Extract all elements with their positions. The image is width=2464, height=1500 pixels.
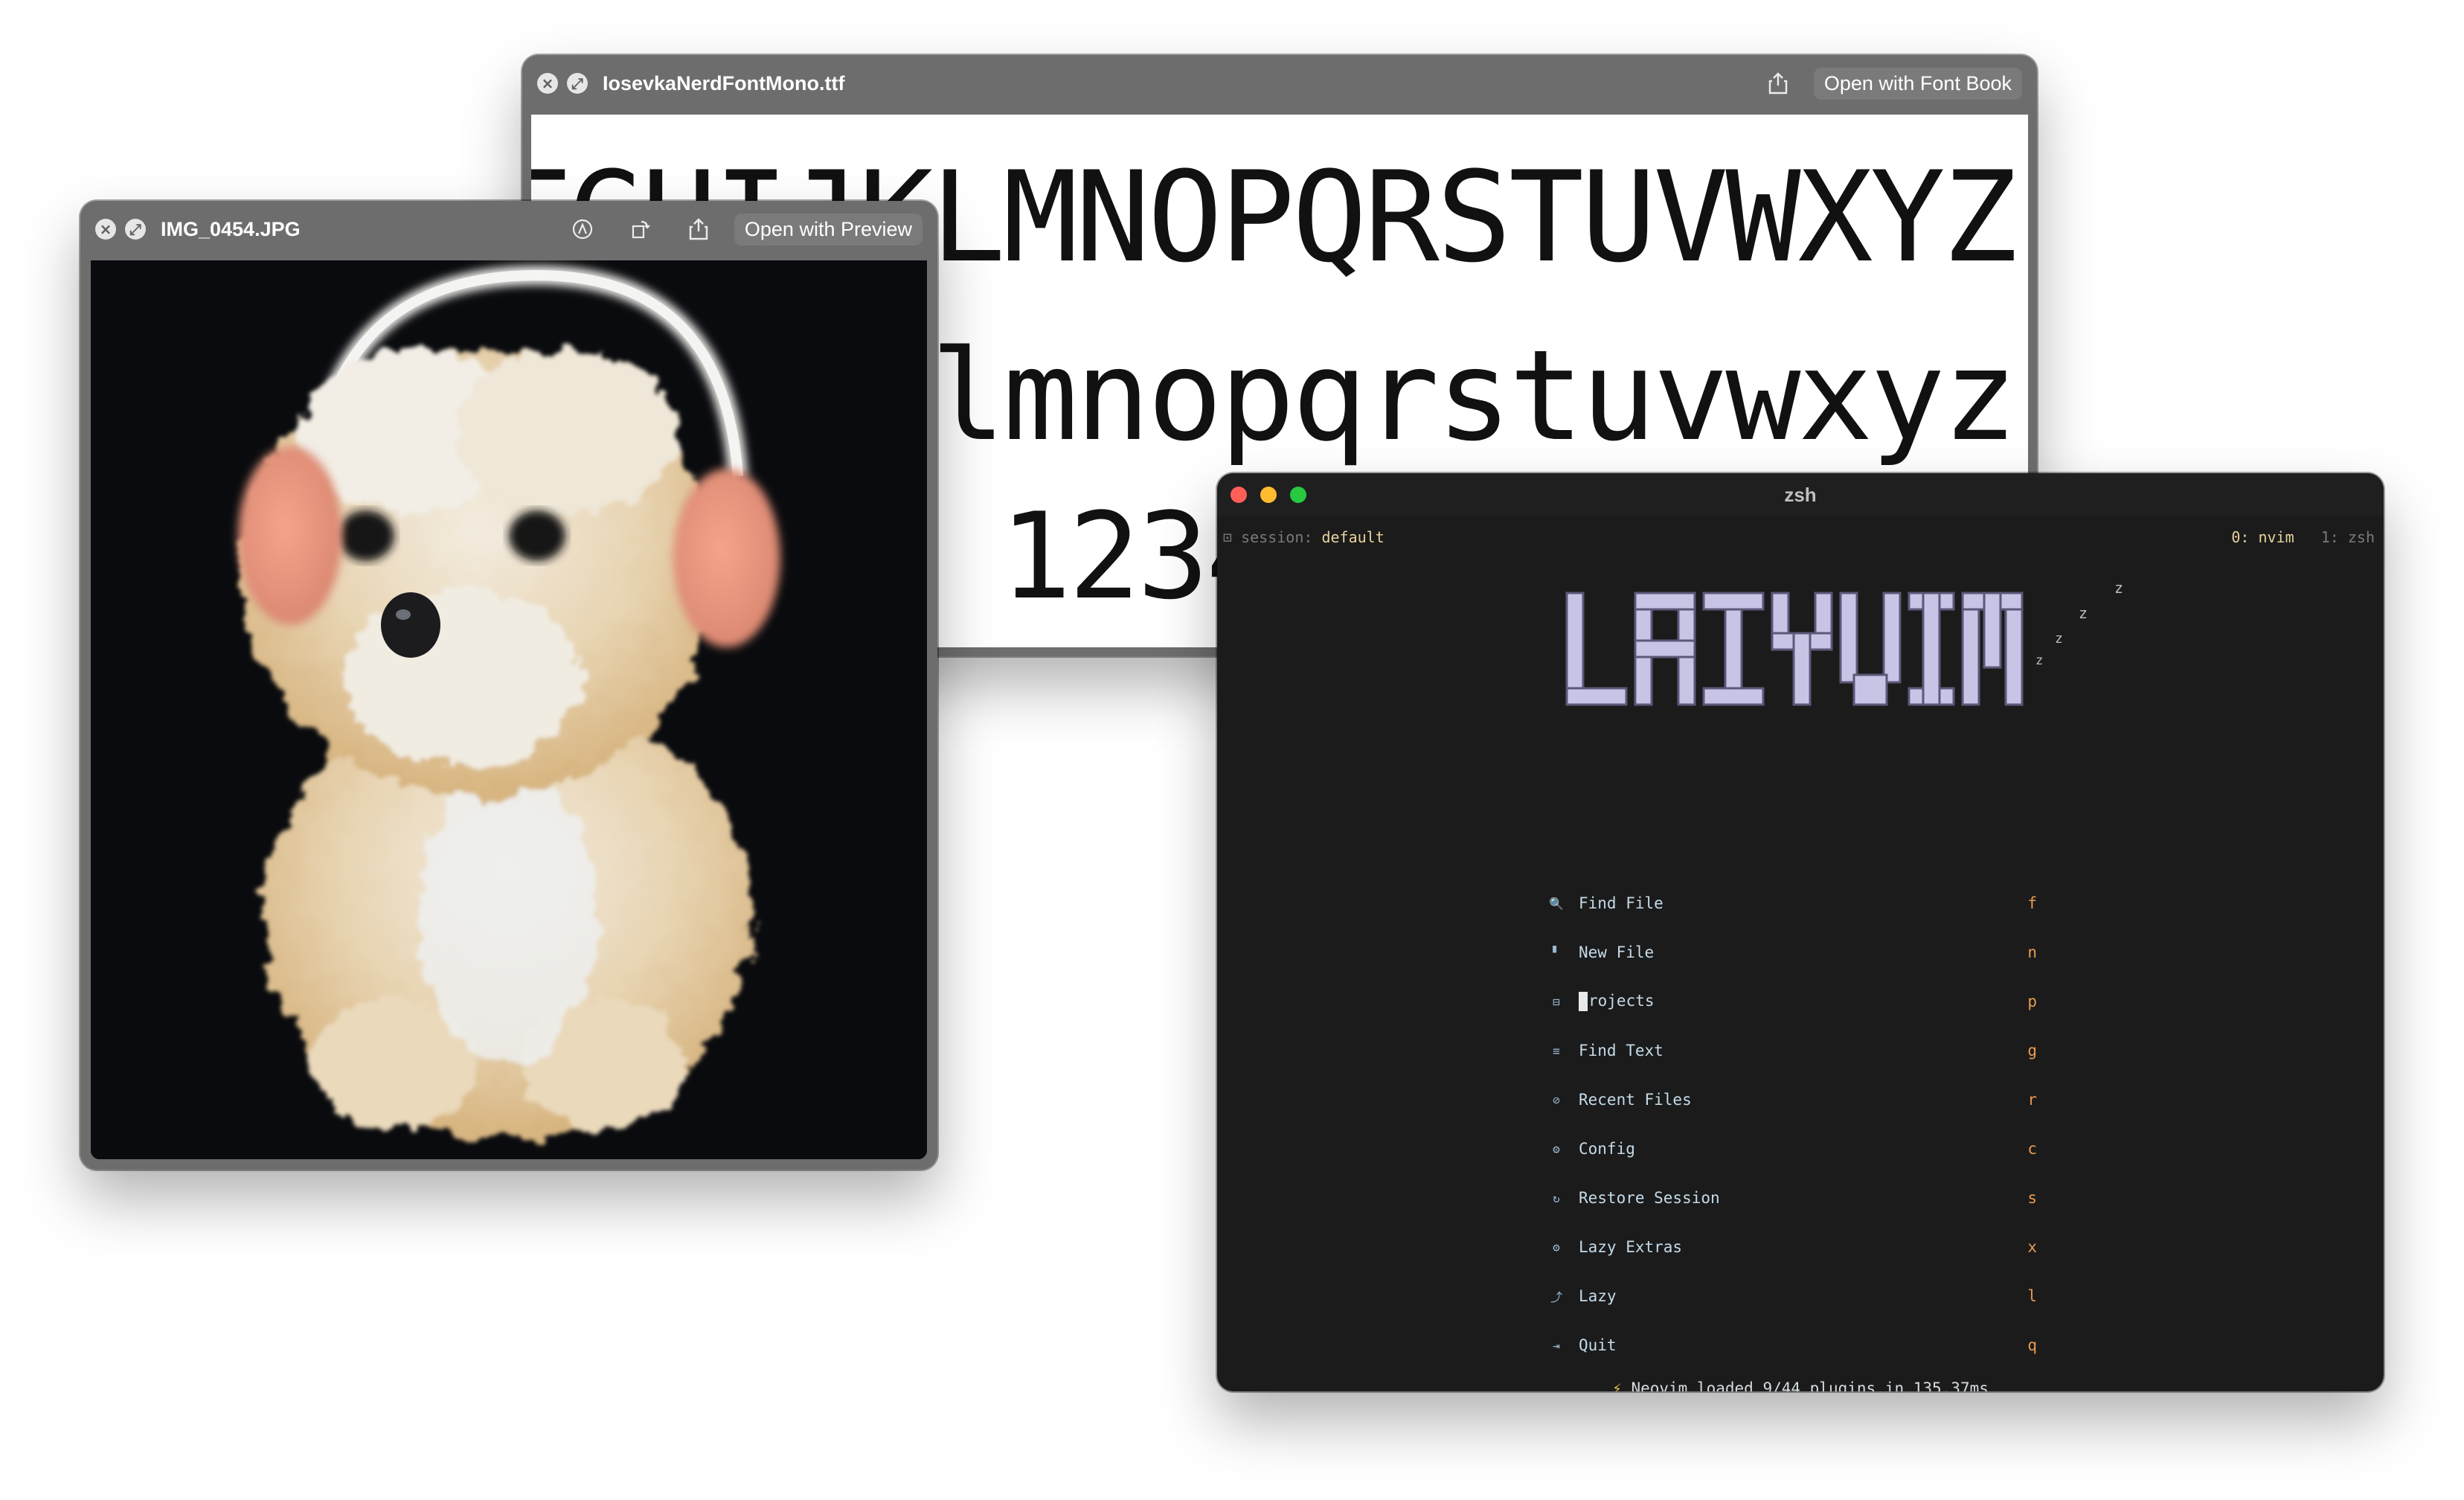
text-cursor: [1579, 992, 1588, 1011]
lazy-icon: ⤴: [1550, 1290, 1562, 1304]
share-icon[interactable]: [684, 214, 713, 244]
fullscreen-icon[interactable]: ⤢: [125, 219, 146, 240]
sleep-z-icon: z: [2114, 579, 2124, 597]
extras-icon: ⚙: [1553, 1240, 1560, 1254]
close-icon[interactable]: ×: [95, 219, 116, 240]
markup-icon[interactable]: [568, 214, 597, 244]
sleep-z-icon: z: [2055, 631, 2063, 647]
logo-letter-m: [1961, 592, 2024, 706]
menu-restore-session[interactable]: ↻ Restore Session s: [1546, 1183, 2037, 1213]
minimize-button[interactable]: [1260, 487, 1277, 503]
file-icon: ▘: [1553, 945, 1560, 960]
image-quicklook-window: × ⤢ IMG_0454.JPG Open with Preview: [80, 201, 937, 1170]
open-with-font-book-button[interactable]: Open with Font Book: [1813, 67, 2022, 100]
restore-icon: ↻: [1553, 1190, 1560, 1205]
tab-nvim[interactable]: 0: nvim: [2231, 528, 2294, 546]
session-indicator: ⊡ session: default: [1223, 528, 1385, 546]
gear-icon: ⚙: [1553, 1141, 1560, 1156]
lazyvim-logo-art: [1565, 592, 2024, 706]
font-window-titlebar: × ⤢ IosevkaNerdFontMono.ttf Open with Fo…: [522, 55, 2037, 112]
menu-find-text[interactable]: ≡ Find Text g: [1546, 1036, 2037, 1065]
window-title: IMG_0454.JPG: [161, 217, 301, 240]
startup-stats-text: Neovim loaded 9/44 plugins in 135.37ms: [1631, 1379, 1989, 1391]
photo-preview: [91, 260, 927, 1159]
menu-lazy[interactable]: ⤴ Lazy l: [1546, 1281, 2037, 1311]
menu-new-file[interactable]: ▘ New File n: [1546, 938, 2037, 967]
logo-letter-i: [1908, 592, 1955, 706]
logo-letter-z: [1702, 592, 1765, 706]
text-search-icon: ≡: [1553, 1043, 1560, 1058]
rotate-icon[interactable]: [626, 214, 655, 244]
fullscreen-icon[interactable]: ⤢: [567, 73, 588, 94]
puppy-headphones-image: [91, 260, 927, 1159]
menu-config[interactable]: ⚙ Config c: [1546, 1134, 2037, 1164]
window-title: IosevkaNerdFontMono.ttf: [603, 71, 845, 94]
session-value: default: [1321, 528, 1385, 546]
lightning-icon: ⚡: [1612, 1379, 1622, 1391]
sleep-z-icon: z: [2079, 604, 2088, 622]
terminal-content[interactable]: ⊡ session: default 0: nvim 1: zsh z z z …: [1217, 516, 2384, 1391]
menu-label-text: rojects: [1588, 992, 1655, 1010]
window-title: zsh: [1784, 483, 1817, 506]
logo-letter-y: [1771, 592, 1833, 706]
menu-lazy-extras[interactable]: ⚙ Lazy Extras x: [1546, 1232, 2037, 1262]
lazyvim-logo: [1559, 574, 2080, 726]
session-label: session:: [1241, 528, 1313, 546]
logo-letter-v: [1839, 592, 1902, 706]
tmux-window-list: 0: nvim 1: zsh: [2231, 528, 2375, 546]
menu-projects[interactable]: ⊟ rojects p: [1546, 987, 2037, 1016]
share-icon[interactable]: [1763, 68, 1793, 98]
tab-zsh[interactable]: 1: zsh: [2321, 528, 2375, 546]
history-icon: ⊘: [1553, 1092, 1560, 1107]
menu-quit[interactable]: ⇥ Quit q: [1546, 1330, 2037, 1360]
menu-recent-files[interactable]: ⊘ Recent Files r: [1546, 1085, 2037, 1115]
sleep-z-icon: z: [2035, 653, 2044, 668]
close-icon[interactable]: ×: [537, 73, 558, 94]
image-window-titlebar: × ⤢ IMG_0454.JPG Open with Preview: [80, 201, 937, 257]
logo-letter-l: [1565, 592, 1628, 706]
close-button[interactable]: [1231, 487, 1247, 503]
menu-find-file[interactable]: 🔍 Find File f: [1546, 888, 2037, 918]
folder-icon: ⊟: [1553, 994, 1560, 1009]
terminal-window: zsh ⊡ session: default 0: nvim 1: zsh z …: [1217, 473, 2384, 1391]
quit-icon: ⇥: [1553, 1338, 1560, 1353]
zoom-button[interactable]: [1290, 487, 1306, 503]
search-icon: 🔍: [1549, 896, 1564, 911]
session-icon: ⊡: [1223, 528, 1242, 546]
open-with-preview-button[interactable]: Open with Preview: [734, 213, 923, 246]
terminal-titlebar: zsh: [1217, 473, 2384, 516]
startup-stats: ⚡ Neovim loaded 9/44 plugins in 135.37ms: [1217, 1379, 2384, 1391]
logo-letter-a: [1634, 592, 1696, 706]
